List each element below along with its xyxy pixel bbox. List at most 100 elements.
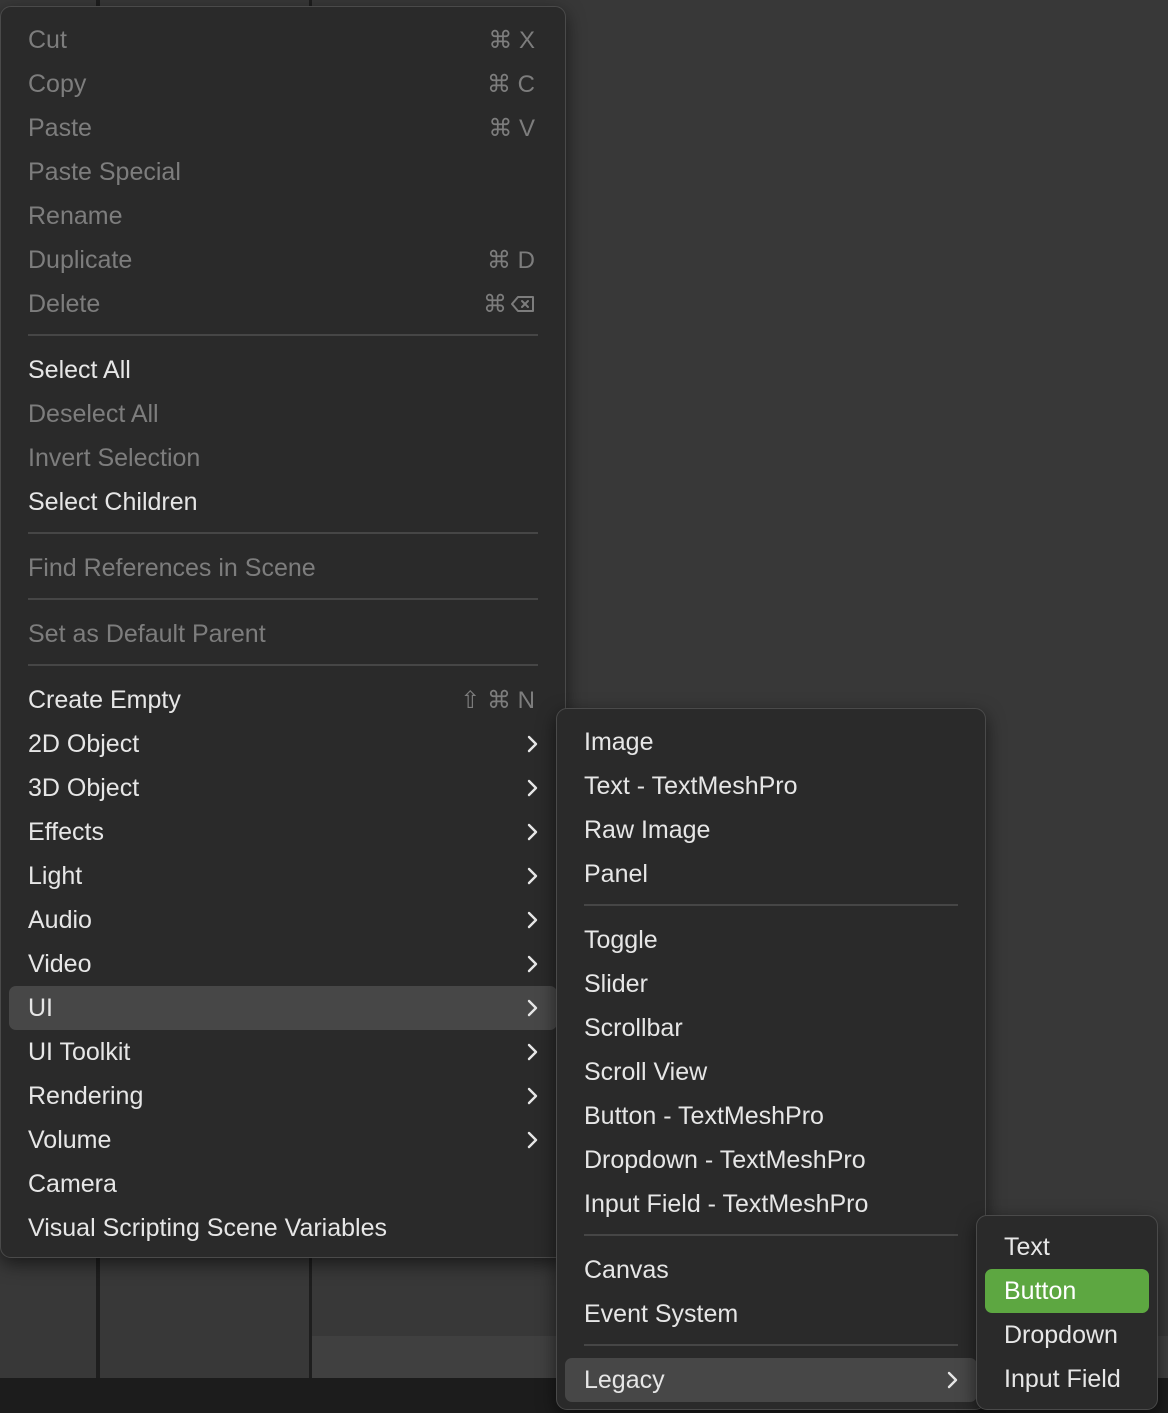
menu-item-ui-toolkit[interactable]: UI Toolkit xyxy=(9,1030,557,1074)
menu-item-label: UI Toolkit xyxy=(28,1037,131,1066)
menu-item-label: Rename xyxy=(28,201,123,230)
submenu-item-button-textmeshpro[interactable]: Button - TextMeshPro xyxy=(565,1094,977,1138)
menu-item-label: Scroll View xyxy=(584,1057,708,1086)
submenu-item-panel[interactable]: Panel xyxy=(565,852,977,896)
menu-item-label: Select Children xyxy=(28,487,198,516)
shortcut-label: ⌘ D xyxy=(487,246,535,274)
chevron-right-icon xyxy=(527,999,538,1017)
menu-item-label: Paste xyxy=(28,113,92,142)
menu-item-label: Raw Image xyxy=(584,815,711,844)
menu-item-label: Input Field xyxy=(1004,1364,1121,1393)
menu-item-label: Deselect All xyxy=(28,399,159,428)
submenu-item-dropdown-textmeshpro[interactable]: Dropdown - TextMeshPro xyxy=(565,1138,977,1182)
menu-item-label: Visual Scripting Scene Variables xyxy=(28,1213,387,1242)
menu-item-2d-object[interactable]: 2D Object xyxy=(9,722,557,766)
chevron-right-icon xyxy=(527,867,538,885)
menu-separator xyxy=(584,904,958,906)
shortcut-label: ⌘ X xyxy=(488,26,535,54)
menu-item-set-default-parent[interactable]: Set as Default Parent xyxy=(9,612,557,656)
shortcut-label: ⇧ ⌘ N xyxy=(460,686,535,714)
legacy-item-text[interactable]: Text xyxy=(985,1225,1149,1269)
menu-item-label: Rendering xyxy=(28,1081,144,1110)
shortcut-label: ⌘ C xyxy=(487,70,535,98)
menu-item-select-all[interactable]: Select All xyxy=(9,348,557,392)
submenu-item-raw-image[interactable]: Raw Image xyxy=(565,808,977,852)
submenu-item-canvas[interactable]: Canvas xyxy=(565,1248,977,1292)
submenu-item-slider[interactable]: Slider xyxy=(565,962,977,1006)
menu-item-label: Set as Default Parent xyxy=(28,619,266,648)
submenu-item-event-system[interactable]: Event System xyxy=(565,1292,977,1336)
ui-submenu: Image Text - TextMeshPro Raw Image Panel… xyxy=(556,708,986,1410)
menu-item-duplicate[interactable]: Duplicate ⌘ D xyxy=(9,238,557,282)
chevron-right-icon xyxy=(527,779,538,797)
submenu-item-legacy[interactable]: Legacy xyxy=(565,1358,977,1402)
menu-item-label: Event System xyxy=(584,1299,739,1328)
legacy-submenu: Text Button Dropdown Input Field xyxy=(976,1215,1158,1410)
menu-item-label: 3D Object xyxy=(28,773,140,802)
chevron-right-icon xyxy=(527,823,538,841)
menu-item-label: Copy xyxy=(28,69,87,98)
menu-item-create-empty[interactable]: Create Empty ⇧ ⌘ N xyxy=(9,678,557,722)
menu-item-label: Volume xyxy=(28,1125,112,1154)
shortcut-label: ⌘ V xyxy=(488,114,535,142)
menu-item-label: Video xyxy=(28,949,92,978)
menu-separator xyxy=(28,532,538,534)
backspace-icon xyxy=(511,296,534,312)
menu-item-video[interactable]: Video xyxy=(9,942,557,986)
submenu-item-text-textmeshpro[interactable]: Text - TextMeshPro xyxy=(565,764,977,808)
menu-item-delete[interactable]: Delete ⌘ xyxy=(9,282,557,326)
submenu-item-input-field-textmeshpro[interactable]: Input Field - TextMeshPro xyxy=(565,1182,977,1226)
menu-item-label: Text - TextMeshPro xyxy=(584,771,798,800)
chevron-right-icon xyxy=(527,955,538,973)
menu-item-rename[interactable]: Rename xyxy=(9,194,557,238)
menu-item-find-references[interactable]: Find References in Scene xyxy=(9,546,557,590)
menu-item-label: Cut xyxy=(28,25,67,54)
menu-item-label: Dropdown - TextMeshPro xyxy=(584,1145,866,1174)
menu-item-label: Button xyxy=(1004,1276,1077,1305)
menu-item-deselect-all[interactable]: Deselect All xyxy=(9,392,557,436)
legacy-item-dropdown[interactable]: Dropdown xyxy=(985,1313,1149,1357)
shortcut-label: ⌘ xyxy=(483,290,507,318)
legacy-item-input-field[interactable]: Input Field xyxy=(985,1357,1149,1401)
menu-separator xyxy=(28,664,538,666)
menu-item-label: Create Empty xyxy=(28,685,181,714)
menu-item-label: Delete xyxy=(28,289,101,318)
menu-item-label: Dropdown xyxy=(1004,1320,1118,1349)
menu-item-3d-object[interactable]: 3D Object xyxy=(9,766,557,810)
menu-item-visual-scripting-scene-variables[interactable]: Visual Scripting Scene Variables xyxy=(9,1206,557,1250)
menu-item-label: Camera xyxy=(28,1169,117,1198)
menu-item-audio[interactable]: Audio xyxy=(9,898,557,942)
chevron-right-icon xyxy=(527,735,538,753)
menu-item-label: Find References in Scene xyxy=(28,553,316,582)
menu-item-invert-selection[interactable]: Invert Selection xyxy=(9,436,557,480)
menu-item-volume[interactable]: Volume xyxy=(9,1118,557,1162)
submenu-item-scrollbar[interactable]: Scrollbar xyxy=(565,1006,977,1050)
submenu-item-image[interactable]: Image xyxy=(565,720,977,764)
menu-separator xyxy=(584,1344,958,1346)
menu-item-ui[interactable]: UI xyxy=(9,986,557,1030)
menu-item-paste[interactable]: Paste ⌘ V xyxy=(9,106,557,150)
menu-separator xyxy=(28,598,538,600)
menu-item-label: Invert Selection xyxy=(28,443,201,472)
menu-item-select-children[interactable]: Select Children xyxy=(9,480,557,524)
menu-item-label: Effects xyxy=(28,817,104,846)
chevron-right-icon xyxy=(527,1087,538,1105)
menu-item-effects[interactable]: Effects xyxy=(9,810,557,854)
menu-separator xyxy=(28,334,538,336)
menu-item-label: 2D Object xyxy=(28,729,140,758)
menu-item-cut[interactable]: Cut ⌘ X xyxy=(9,18,557,62)
legacy-item-button[interactable]: Button xyxy=(985,1269,1149,1313)
menu-item-copy[interactable]: Copy ⌘ C xyxy=(9,62,557,106)
menu-item-paste-special[interactable]: Paste Special xyxy=(9,150,557,194)
context-menu: Cut ⌘ X Copy ⌘ C Paste ⌘ V Paste Special… xyxy=(0,6,566,1258)
menu-item-light[interactable]: Light xyxy=(9,854,557,898)
menu-separator xyxy=(584,1234,958,1236)
submenu-item-toggle[interactable]: Toggle xyxy=(565,918,977,962)
menu-item-camera[interactable]: Camera xyxy=(9,1162,557,1206)
menu-item-label: Text xyxy=(1004,1232,1050,1261)
chevron-right-icon xyxy=(527,911,538,929)
menu-item-label: Button - TextMeshPro xyxy=(584,1101,824,1130)
submenu-item-scroll-view[interactable]: Scroll View xyxy=(565,1050,977,1094)
shortcut-delete: ⌘ xyxy=(483,290,535,319)
menu-item-rendering[interactable]: Rendering xyxy=(9,1074,557,1118)
